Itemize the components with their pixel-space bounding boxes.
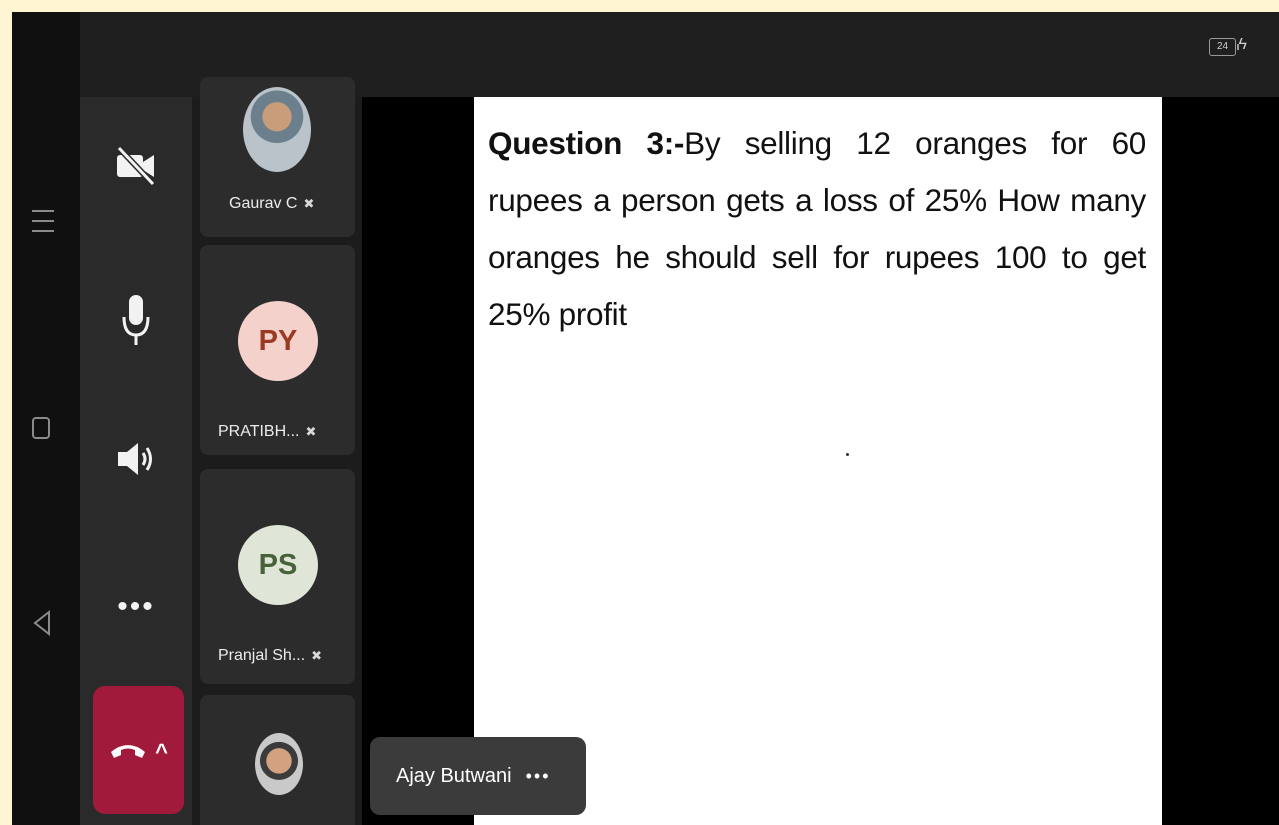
recent-apps-icon[interactable] (32, 210, 54, 240)
avatar: PY (238, 301, 318, 381)
participant-list: Gaurav C ✖ PY PRATIBH... ✖ PS Pranjal Sh… (200, 77, 355, 825)
home-icon[interactable] (32, 417, 50, 439)
battery-icon: 24 (1209, 38, 1239, 56)
participant-name: Pranjal Sh... (218, 647, 306, 664)
speaker-button[interactable] (80, 434, 192, 484)
participant-name: Gaurav C (229, 195, 298, 212)
microphone-icon (122, 295, 150, 345)
end-call-button[interactable]: ^ (93, 686, 184, 814)
android-nav-bar (12, 12, 80, 825)
more-options-button[interactable]: ••• (80, 590, 192, 623)
presentation-slide: Question 3:-By selling 12 oranges for 60… (474, 97, 1162, 825)
presenter-more-icon[interactable]: ••• (526, 766, 551, 787)
mic-off-icon: ✖ (311, 648, 323, 663)
cursor-dot (846, 453, 849, 456)
video-off-icon (116, 145, 156, 187)
avatar (243, 87, 311, 172)
phone-hangup-icon (111, 745, 146, 758)
meeting-screen: 24 ϟ ••• ^ Gaurav C ✖ PY PRATIBH... ✖ PS… (80, 12, 1279, 825)
shared-screen: Question 3:-By selling 12 oranges for 60… (362, 97, 1279, 825)
avatar: PS (238, 525, 318, 605)
participant-tile[interactable] (200, 695, 355, 825)
participant-tile[interactable]: PY PRATIBH... ✖ (200, 245, 355, 455)
presenter-tag[interactable]: Ajay Butwani ••• (370, 737, 586, 815)
call-controls: ••• ^ (80, 97, 192, 825)
participant-name: PRATIBH... (218, 423, 300, 440)
question-text: Question 3:-By selling 12 oranges for 60… (488, 115, 1146, 343)
presenter-name: Ajay Butwani (396, 764, 512, 787)
microphone-button[interactable] (80, 292, 192, 352)
participant-tile[interactable]: PS Pranjal Sh... ✖ (200, 469, 355, 684)
question-label: Question 3:- (488, 125, 685, 161)
camera-toggle-button[interactable] (80, 137, 192, 193)
participant-tile[interactable]: Gaurav C ✖ (200, 77, 355, 237)
mic-off-icon: ✖ (303, 196, 315, 211)
expand-controls-icon[interactable]: ^ (155, 739, 168, 765)
avatar (255, 733, 303, 795)
charging-icon: ϟ (1238, 36, 1247, 53)
mic-off-icon: ✖ (305, 424, 317, 439)
speaker-icon (118, 443, 152, 475)
back-icon[interactable] (32, 609, 52, 641)
